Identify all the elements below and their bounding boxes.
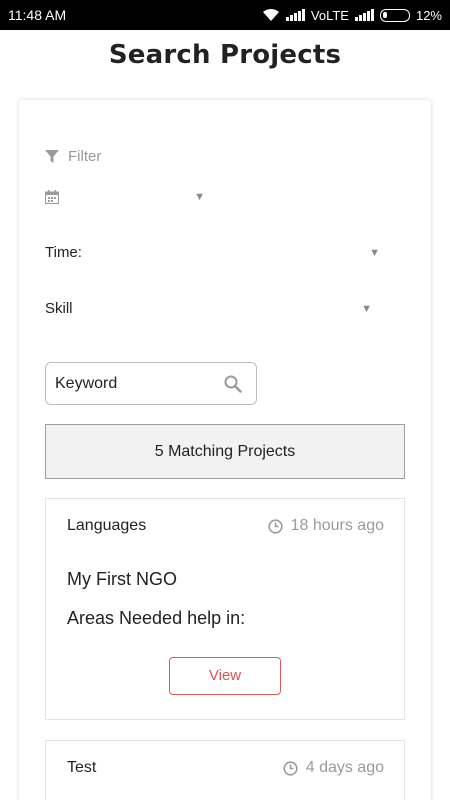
status-icons: VoLTE 12% (262, 8, 442, 23)
filter-label: Filter (68, 148, 102, 165)
keyword-placeholder: Keyword (55, 374, 118, 392)
page-title: Search Projects (108, 40, 342, 70)
clock-icon (267, 518, 283, 534)
search-card: Filter ▼ Time: ▼ Skill ▼ Keyword 5 Match… (19, 100, 431, 800)
battery-icon (379, 8, 410, 22)
project-areas: Areas Needed help in: (67, 608, 246, 628)
project-skill: Test (67, 759, 97, 776)
project-skill: Languages (67, 517, 147, 534)
skill-select[interactable]: Skill ▼ (45, 300, 372, 317)
project-time-text: 18 hours ago (290, 517, 384, 534)
search-icon[interactable] (224, 375, 242, 393)
chevron-down-icon: ▼ (369, 246, 380, 259)
time-select[interactable]: Time: ▼ (45, 244, 380, 261)
project-time-text: 4 days ago (305, 759, 384, 776)
skill-label: Skill (45, 300, 73, 317)
project-card[interactable]: Languages 18 hours ago My First NGO Area… (45, 498, 405, 720)
project-time: 18 hours ago (267, 517, 384, 535)
view-button[interactable]: View (169, 657, 281, 695)
project-card[interactable]: Test 4 days ago (45, 740, 405, 800)
project-name: My First NGO (67, 569, 177, 589)
date-select[interactable]: ▼ (45, 190, 205, 204)
status-bar: 11:48 AM VoLTE 12% (0, 0, 450, 30)
filter-header[interactable]: Filter (45, 148, 101, 165)
clock-icon (283, 760, 298, 776)
calendar-icon (45, 190, 59, 204)
signal-icon (285, 9, 305, 21)
status-time: 11:48 AM (8, 7, 67, 23)
battery-percent: 12% (415, 7, 442, 23)
time-label: Time: (45, 244, 82, 261)
wifi-icon (262, 8, 279, 21)
network-label: VoLTE (310, 7, 349, 23)
chevron-down-icon: ▼ (361, 302, 372, 315)
matching-projects-button[interactable]: 5 Matching Projects (45, 424, 405, 479)
filter-icon (45, 149, 59, 163)
keyword-search-input[interactable]: Keyword (45, 362, 257, 405)
project-time: 4 days ago (283, 759, 384, 777)
matching-projects-label: 5 Matching Projects (154, 442, 296, 460)
chevron-down-icon: ▼ (194, 191, 205, 203)
signal-icon-2 (354, 9, 374, 21)
